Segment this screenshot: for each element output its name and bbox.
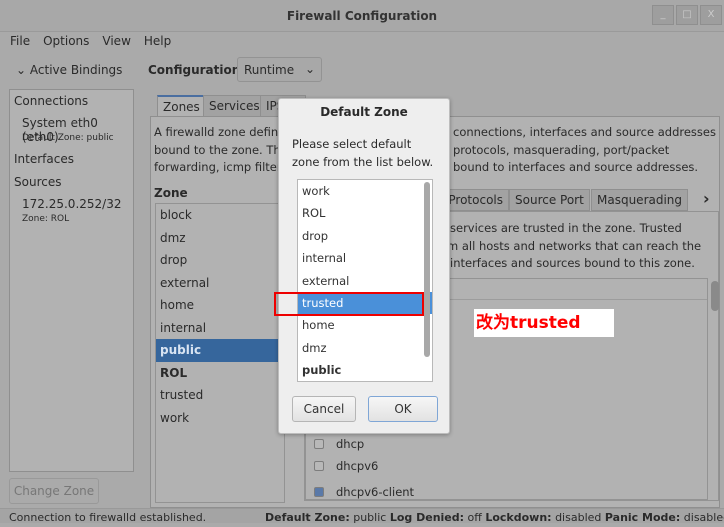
zone-option-list: work ROL drop internal external trusted … xyxy=(297,179,433,382)
dialog-title: Default Zone xyxy=(320,105,408,119)
connections-label: Connections xyxy=(14,94,89,108)
cancel-button[interactable]: Cancel xyxy=(292,396,356,422)
menu-file[interactable]: File xyxy=(10,34,30,48)
zone-item[interactable]: dmz xyxy=(156,227,284,250)
chevron-down-icon: ⌄ xyxy=(16,63,27,77)
status-details: Default Zone: public Log Denied: off Loc… xyxy=(265,511,724,524)
change-zone-button[interactable]: Change Zone xyxy=(9,478,99,504)
zone-description-left: A firewalld zone defines bound to the zon… xyxy=(154,125,292,174)
zone-header: Zone xyxy=(154,186,188,200)
service-name: dhcpv6 xyxy=(336,459,379,473)
close-button[interactable]: X xyxy=(700,5,722,25)
zone-option[interactable]: dmz xyxy=(298,337,432,359)
menu-options[interactable]: Options xyxy=(43,34,89,48)
trusted-description: services are trusted in the zone. Truste… xyxy=(447,221,702,270)
zone-item[interactable]: trusted xyxy=(156,384,284,407)
zone-item[interactable]: work xyxy=(156,407,284,430)
bindings-panel: Connections System eth0 (eth0) Default Z… xyxy=(9,89,134,472)
configuration-value: Runtime xyxy=(244,63,295,77)
source-item[interactable]: 172.25.0.252/32 xyxy=(22,197,121,211)
zone-item[interactable]: ROL xyxy=(156,362,284,385)
menu-help[interactable]: Help xyxy=(144,34,171,48)
zone-option[interactable]: external xyxy=(298,270,432,292)
service-name: dhcp xyxy=(336,437,365,451)
default-zone-dialog: Default Zone Please select default zone f… xyxy=(278,98,450,434)
configuration-label: Configuration: xyxy=(148,63,246,77)
connection-zone: Default Zone: public xyxy=(22,133,114,143)
zone-option[interactable]: home xyxy=(298,314,432,336)
tab-zones[interactable]: Zones xyxy=(157,95,206,117)
scrollbar[interactable] xyxy=(424,182,430,357)
chevron-right-icon[interactable]: › xyxy=(703,189,710,208)
configuration-select[interactable]: Runtime ⌄ xyxy=(237,57,322,82)
annotation-label: 改为trusted xyxy=(474,309,614,337)
zone-description-right: connections, interfaces and source addre… xyxy=(453,125,716,174)
zone-option[interactable]: ROL xyxy=(298,202,432,224)
service-row[interactable]: dhcp xyxy=(314,437,364,451)
window-title: Firewall Configuration xyxy=(286,9,438,23)
service-name: dhcpv6-client xyxy=(336,485,415,499)
menu-view[interactable]: View xyxy=(102,34,130,48)
zone-list: block dmz drop external home internal pu… xyxy=(155,203,285,503)
status-message: Connection to firewalld established. xyxy=(9,511,207,524)
zone-option[interactable]: drop xyxy=(298,225,432,247)
maximize-button[interactable]: □ xyxy=(676,5,698,25)
tab-masquerading[interactable]: Masquerading xyxy=(591,189,689,211)
interfaces-label: Interfaces xyxy=(14,152,74,166)
zone-item-selected[interactable]: public xyxy=(156,339,284,362)
highlight-box xyxy=(274,292,424,316)
dialog-prompt: Please select default zone from the list … xyxy=(292,137,434,169)
service-row[interactable]: dhcpv6 xyxy=(314,459,378,473)
tab-protocols[interactable]: Protocols xyxy=(441,189,509,211)
zone-item[interactable]: drop xyxy=(156,249,284,272)
zone-item[interactable]: internal xyxy=(156,317,284,340)
zone-option[interactable]: work xyxy=(298,180,432,202)
source-zone: Zone: ROL xyxy=(22,214,70,224)
sources-label: Sources xyxy=(14,175,62,189)
title-bar: Firewall Configuration xyxy=(0,0,724,32)
zone-item[interactable]: home xyxy=(156,294,284,317)
scrollbar[interactable] xyxy=(711,281,719,311)
zone-option[interactable]: internal xyxy=(298,247,432,269)
checkbox-checked[interactable] xyxy=(314,487,324,497)
active-bindings-toggle[interactable]: ⌄ Active Bindings xyxy=(16,63,122,77)
active-bindings-label: Active Bindings xyxy=(29,63,123,77)
checkbox[interactable] xyxy=(314,461,324,471)
menu-bar: File Options View Help xyxy=(10,34,171,48)
zone-item[interactable]: external xyxy=(156,272,284,295)
service-row[interactable]: dhcpv6-client xyxy=(314,481,414,499)
chevron-down-icon: ⌄ xyxy=(304,62,315,76)
zone-item[interactable]: block xyxy=(156,204,284,227)
zone-option[interactable]: public xyxy=(298,359,432,381)
checkbox[interactable] xyxy=(314,439,324,449)
minimize-button[interactable]: _ xyxy=(652,5,674,25)
ok-button[interactable]: OK xyxy=(368,396,438,422)
tab-services[interactable]: Services xyxy=(203,95,266,117)
tab-source-port[interactable]: Source Port xyxy=(509,189,590,211)
status-bar: Connection to firewalld established. Def… xyxy=(0,508,724,524)
